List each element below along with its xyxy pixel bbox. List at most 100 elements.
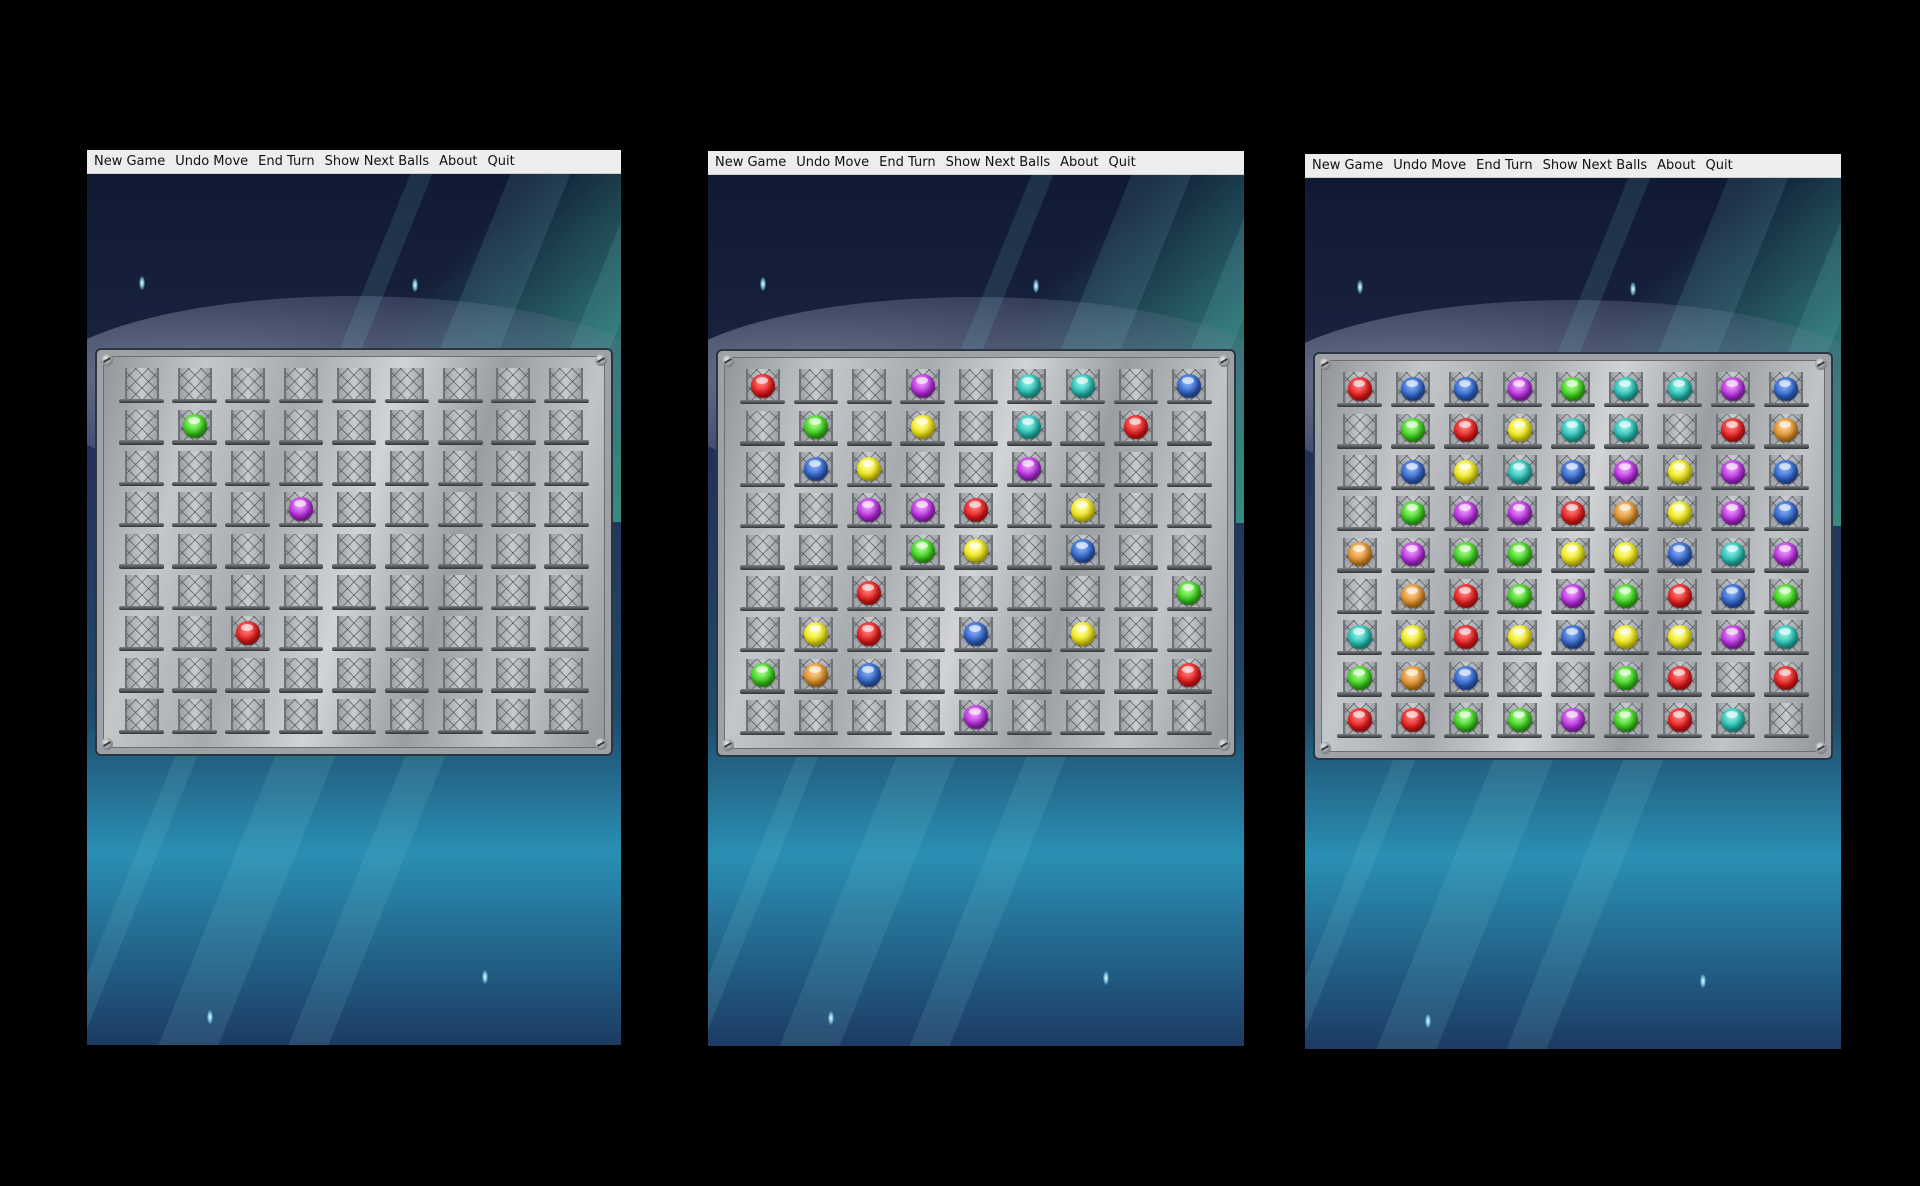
purple-ball[interactable]: [1454, 501, 1479, 525]
board-cell[interactable]: [1109, 408, 1162, 449]
yellow-ball[interactable]: [1454, 459, 1479, 484]
board-cell[interactable]: [1760, 370, 1813, 411]
board-cell[interactable]: [1493, 370, 1546, 411]
board-cell[interactable]: [115, 531, 168, 572]
board-cell[interactable]: [115, 449, 168, 490]
board-cell[interactable]: [736, 491, 789, 532]
yellow-ball[interactable]: [1614, 542, 1639, 567]
board-cell[interactable]: [949, 491, 1002, 532]
board-cell[interactable]: [896, 491, 949, 532]
purple-ball[interactable]: [1720, 377, 1745, 401]
board-cell[interactable]: [1386, 701, 1439, 742]
purple-ball[interactable]: [1507, 501, 1532, 525]
board-cell[interactable]: [1003, 615, 1056, 656]
board-cell[interactable]: [1706, 453, 1759, 494]
board-cell[interactable]: [1653, 618, 1706, 659]
board-cell[interactable]: [1600, 618, 1653, 659]
board-cell[interactable]: [115, 407, 168, 448]
board-cell[interactable]: [843, 615, 896, 656]
menu-about[interactable]: About: [1057, 155, 1105, 170]
green-ball[interactable]: [1560, 377, 1585, 401]
board-cell[interactable]: [327, 366, 380, 407]
board-cell[interactable]: [736, 532, 789, 573]
board-cell[interactable]: [896, 574, 949, 615]
board-cell[interactable]: [949, 408, 1002, 449]
board-cell[interactable]: [1440, 453, 1493, 494]
board-cell[interactable]: [1003, 491, 1056, 532]
board-cell[interactable]: [1109, 450, 1162, 491]
board-cell[interactable]: [843, 656, 896, 697]
orange-ball[interactable]: [1400, 583, 1425, 608]
board-cell[interactable]: [949, 656, 1002, 697]
board-cell[interactable]: [381, 449, 434, 490]
board-cell[interactable]: [789, 532, 842, 573]
board-cell[interactable]: [1163, 656, 1216, 697]
board-cell[interactable]: [843, 491, 896, 532]
board-cell[interactable]: [789, 491, 842, 532]
board-cell[interactable]: [949, 367, 1002, 408]
blue-ball[interactable]: [1454, 666, 1479, 691]
board-cell[interactable]: [896, 450, 949, 491]
board-cell[interactable]: [327, 655, 380, 696]
board-cell[interactable]: [896, 698, 949, 739]
board-cell[interactable]: [1493, 618, 1546, 659]
board-cell[interactable]: [736, 367, 789, 408]
yellow-ball[interactable]: [1667, 501, 1692, 525]
menu-quit[interactable]: Quit: [1106, 155, 1143, 170]
board-cell[interactable]: [115, 614, 168, 655]
board-cell[interactable]: [789, 367, 842, 408]
board-cell[interactable]: [168, 573, 221, 614]
purple-ball[interactable]: [910, 498, 935, 522]
orange-ball[interactable]: [1400, 666, 1425, 691]
purple-ball[interactable]: [1507, 377, 1532, 401]
orange-ball[interactable]: [803, 663, 828, 688]
board-cell[interactable]: [1760, 494, 1813, 535]
red-ball[interactable]: [857, 580, 882, 605]
yellow-ball[interactable]: [1507, 418, 1532, 443]
yellow-ball[interactable]: [910, 415, 935, 440]
board-cell[interactable]: [1163, 491, 1216, 532]
board-cell[interactable]: [1163, 450, 1216, 491]
green-ball[interactable]: [1400, 418, 1425, 443]
orange-ball[interactable]: [1614, 501, 1639, 525]
blue-ball[interactable]: [1667, 542, 1692, 567]
board-cell[interactable]: [896, 656, 949, 697]
board-cell[interactable]: [221, 614, 274, 655]
board-cell[interactable]: [1003, 450, 1056, 491]
purple-ball[interactable]: [1720, 459, 1745, 484]
board-cell[interactable]: [168, 697, 221, 738]
board-cell[interactable]: [736, 698, 789, 739]
menu-undo-move[interactable]: Undo Move: [172, 154, 255, 169]
board-cell[interactable]: [1706, 535, 1759, 576]
purple-ball[interactable]: [288, 497, 313, 521]
board-cell[interactable]: [1760, 535, 1813, 576]
board-cell[interactable]: [487, 573, 540, 614]
menu-show-next-balls[interactable]: Show Next Balls: [943, 155, 1058, 170]
menu-show-next-balls[interactable]: Show Next Balls: [322, 154, 437, 169]
board-cell[interactable]: [487, 407, 540, 448]
board-cell[interactable]: [1003, 698, 1056, 739]
green-ball[interactable]: [803, 415, 828, 440]
board-cell[interactable]: [1163, 574, 1216, 615]
menu-about[interactable]: About: [1654, 158, 1702, 173]
board-cell[interactable]: [1003, 656, 1056, 697]
board-cell[interactable]: [896, 408, 949, 449]
board-cell[interactable]: [1386, 577, 1439, 618]
board-cell[interactable]: [789, 615, 842, 656]
red-ball[interactable]: [1177, 663, 1202, 688]
board-cell[interactable]: [115, 366, 168, 407]
board-cell[interactable]: [1653, 370, 1706, 411]
red-ball[interactable]: [1400, 707, 1425, 732]
blue-ball[interactable]: [857, 663, 882, 688]
board-cell[interactable]: [274, 697, 327, 738]
board-cell[interactable]: [381, 490, 434, 531]
board-cell[interactable]: [1163, 408, 1216, 449]
board-cell[interactable]: [789, 656, 842, 697]
board-cell[interactable]: [1056, 532, 1109, 573]
board-cell[interactable]: [1440, 411, 1493, 452]
red-ball[interactable]: [1454, 418, 1479, 443]
purple-ball[interactable]: [1720, 625, 1745, 649]
board-cell[interactable]: [1003, 574, 1056, 615]
board-cell[interactable]: [381, 366, 434, 407]
board-cell[interactable]: [1760, 701, 1813, 742]
